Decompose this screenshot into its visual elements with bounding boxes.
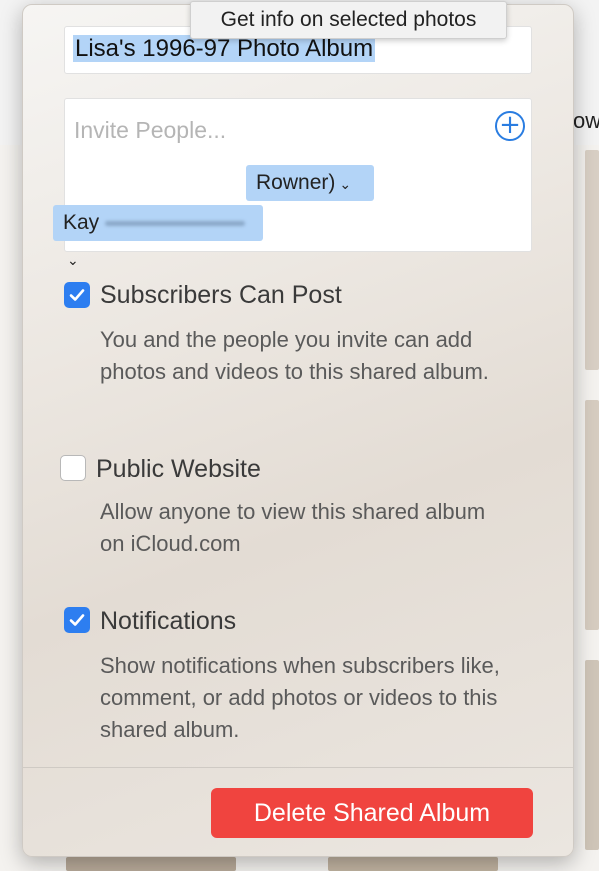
chevron-down-icon: ⌄ [67, 252, 79, 268]
checkmark-icon [69, 289, 85, 301]
public-website-description: Allow anyone to view this shared album o… [100, 499, 486, 556]
invitee-token-kay[interactable]: Kay ⌄ [53, 205, 263, 268]
invitee-token-owner[interactable]: Rowner) ⌄ [246, 165, 374, 201]
plus-circle-icon[interactable]: + [495, 111, 525, 141]
subscribers-can-post-description: You and the people you invite can add ph… [100, 327, 489, 384]
notifications-checkbox[interactable] [64, 607, 90, 633]
background-thumbnail [328, 857, 498, 871]
background-thumbnail [585, 400, 599, 630]
public-website-label: Public Website [96, 455, 261, 483]
subscribers-can-post-checkbox[interactable] [64, 282, 90, 308]
public-website-checkbox[interactable] [60, 455, 86, 481]
redacted-email [105, 220, 246, 226]
background-thumbnail [585, 660, 599, 850]
invitee-name: Rowner) [256, 171, 336, 194]
divider [23, 767, 573, 768]
delete-shared-album-button[interactable]: Delete Shared Album [211, 788, 533, 838]
checkmark-icon [69, 614, 85, 626]
subscribers-can-post-label: Subscribers Can Post [100, 281, 342, 309]
notifications-description: Show notifications when subscribers like… [100, 653, 500, 742]
tooltip: Get info on selected photos [190, 1, 507, 39]
chevron-down-icon: ⌄ [339, 176, 352, 192]
notifications-label: Notifications [100, 607, 237, 635]
background-thumbnail [585, 150, 599, 370]
album-title-text: Lisa's 1996-97 Photo Album [73, 35, 376, 62]
invitee-name: Kay [63, 211, 100, 234]
background-label: ow [573, 108, 599, 133]
invite-placeholder: Invite People... [74, 117, 227, 143]
invite-people-field[interactable]: Invite People... + Rowner) ⌄ Kay⌄ [53, 98, 532, 268]
background-thumbnail [66, 857, 236, 871]
